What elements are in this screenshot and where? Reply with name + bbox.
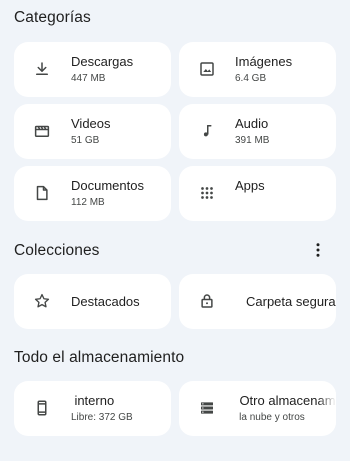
category-card-apps[interactable]: Apps (179, 166, 336, 221)
category-label: Documentos (71, 178, 144, 193)
category-card-downloads[interactable]: Descargas 447 MB (14, 42, 171, 97)
category-label: Descargas (71, 54, 134, 69)
category-card-documents[interactable]: Documentos 112 MB (14, 166, 171, 221)
document-icon (33, 184, 51, 202)
collections-section-title: Colecciones (14, 242, 100, 259)
more-options-button[interactable] (306, 238, 330, 262)
storage-label: Almacenamiento Otro almacenamiento (236, 393, 336, 408)
storage-label: Almacenamiento interno (71, 393, 115, 408)
category-card-videos[interactable]: Videos 51 GB (14, 104, 171, 159)
storage-card-other[interactable]: Almacenamiento Otro almacenamiento Almac… (179, 381, 336, 436)
storage-text-viewport: Almacenamiento Otro almacenamiento Almac… (236, 381, 336, 436)
movie-icon (33, 122, 51, 140)
category-label: Videos (71, 116, 111, 131)
category-label: Imágenes (235, 54, 293, 69)
category-label: Audio (235, 116, 269, 131)
download-icon (33, 60, 51, 78)
star-icon (33, 292, 51, 310)
category-label: Apps (235, 178, 265, 193)
storage-section-title: Todo el almacenamiento (14, 349, 185, 366)
collection-card-secure-folder[interactable]: Carpeta segura (179, 274, 336, 329)
category-size: 51 GB (71, 135, 100, 146)
storage-text-viewport: Almacenamiento interno Libre: 372 GB (71, 381, 171, 436)
music-note-icon (198, 122, 216, 140)
category-card-audio[interactable]: Audio 391 MB (179, 104, 336, 159)
collection-label: Carpeta segura (246, 294, 336, 309)
storage-card-internal[interactable]: Almacenamiento interno Libre: 372 GB (14, 381, 171, 436)
category-size: 391 MB (235, 135, 270, 146)
apps-grid-icon (198, 184, 216, 202)
collection-label: Destacados (71, 294, 140, 309)
categories-section-title: Categorías (14, 9, 91, 26)
lock-icon (198, 292, 216, 310)
storage-description: Almacenamiento en la nube y otros (236, 412, 305, 423)
phone-icon (33, 399, 51, 417)
more-vert-icon (309, 241, 327, 259)
storage-icon (198, 399, 216, 417)
category-size: 6.4 GB (235, 73, 267, 84)
collection-card-starred[interactable]: Destacados (14, 274, 171, 329)
image-icon (198, 60, 216, 78)
category-size: 447 MB (71, 73, 106, 84)
category-size: 112 MB (71, 197, 105, 208)
storage-free-space: Libre: 372 GB (71, 412, 133, 423)
category-card-images[interactable]: Imágenes 6.4 GB (179, 42, 336, 97)
